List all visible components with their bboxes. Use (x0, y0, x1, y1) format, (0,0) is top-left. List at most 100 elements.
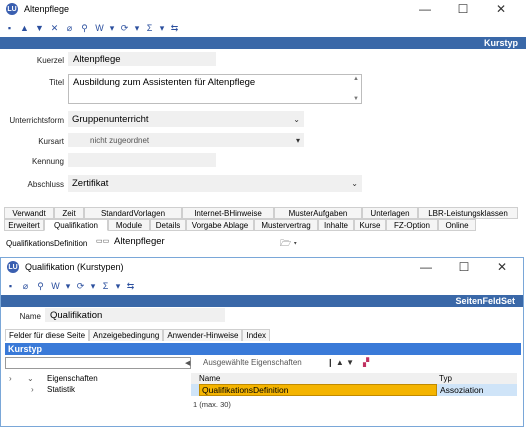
scroll-down-icon[interactable]: ▼ (353, 96, 359, 102)
save-icon[interactable]: ▪ (4, 23, 15, 34)
selected-properties-label: Ausgewählte Eigenschaften (203, 358, 302, 367)
sigma-dropdown-icon[interactable]: ▾ (159, 23, 165, 34)
main-title-bar: LU Altenpflege — ☐ ✕ (0, 0, 526, 18)
tree-expand-icon[interactable]: › (31, 385, 34, 394)
unterrichtsform-value: Gruppenunterricht (72, 113, 149, 125)
tab-verwandt[interactable]: Verwandt (4, 207, 54, 219)
tree-item-eigenschaften[interactable]: Eigenschaften (47, 374, 98, 383)
refresh-icon[interactable]: ⟳ (75, 281, 86, 292)
dropdown-arrow-icon: ▾ (295, 135, 300, 145)
child-close-button[interactable]: ✕ (483, 260, 521, 274)
titel-field[interactable]: Ausbildung zum Assistenten für Altenpfle… (68, 74, 362, 104)
tab-mustervertrag[interactable]: Mustervertrag (254, 219, 318, 231)
tree-item-statistik[interactable]: Statistik (47, 385, 75, 394)
chevron-down-icon: ⌄ (293, 114, 300, 124)
kurstyp-header: Kurstyp (5, 343, 521, 355)
tabs-row-1: Verwandt Zeit StandardVorlagen Internet-… (4, 207, 518, 219)
word-dropdown-icon[interactable]: ▾ (65, 281, 71, 292)
word-icon[interactable]: W (94, 23, 105, 34)
main-window-title: Altenpflege (24, 4, 70, 14)
kennung-field[interactable] (68, 153, 216, 167)
link-icon[interactable]: ⚲ (79, 23, 90, 34)
name-label: Name (19, 312, 41, 321)
subtab-anzeigebedingung[interactable]: Anzeigebedingung (89, 329, 164, 341)
qualifikationsdefinition-value[interactable]: Altenpfleger (114, 236, 165, 247)
abschluss-select[interactable]: Zertifikat ⌄ (68, 175, 362, 192)
word-icon[interactable]: W (50, 281, 61, 292)
tree-search-input[interactable] (5, 357, 191, 369)
minimize-button[interactable]: — (406, 2, 444, 16)
tab-qualifikation[interactable]: Qualifikation (44, 219, 108, 231)
titel-text: Ausbildung zum Assistenten für Altenpfle… (73, 77, 256, 88)
unterrichtsform-label: Unterrichtsform (9, 116, 64, 125)
kuerzel-label: Kuerzel (36, 56, 64, 65)
tab-fz-option[interactable]: FZ-Option (386, 219, 438, 231)
table-row-typ[interactable]: Assoziation (437, 384, 517, 396)
name-field[interactable]: Qualifikation (45, 308, 225, 322)
qualifikationsdefinition-label: QualifikationsDefinition (6, 239, 88, 248)
unterrichtsform-select[interactable]: Gruppenunterricht ⌄ (68, 111, 304, 127)
tab-kurse[interactable]: Kurse (354, 219, 386, 231)
kennung-label: Kennung (31, 157, 64, 166)
refresh-dropdown-icon[interactable]: ▾ (90, 281, 96, 292)
row-selector[interactable] (191, 384, 199, 396)
tab-lbr-leistungsklassen[interactable]: LBR-Leistungsklassen (418, 207, 518, 219)
grid-header: Name Typ (191, 373, 517, 384)
save-icon[interactable]: ▪ (5, 281, 16, 292)
child-maximize-button[interactable]: ☐ (445, 260, 483, 274)
folder-open-icon[interactable]: 🗁 ▾ (280, 236, 297, 252)
sigma-icon[interactable]: Σ (100, 281, 111, 292)
subtab-index[interactable]: Index (242, 329, 271, 341)
tab-details[interactable]: Details (150, 219, 186, 231)
tab-erweitert[interactable]: Erweitert (4, 219, 44, 231)
child-minimize-button[interactable]: — (407, 260, 445, 274)
column-header-typ[interactable]: Typ (439, 374, 452, 383)
refresh-icon[interactable]: ⟳ (119, 23, 130, 34)
color-picker-icon[interactable]: ▞ (363, 358, 369, 367)
tab-internet-bhinweise[interactable]: Internet-BHinweise (182, 207, 274, 219)
tabs-row-2: Erweitert Qualifikation Module Details V… (4, 219, 518, 231)
arrow-down-icon[interactable]: ▼ (34, 23, 45, 34)
swap-icon[interactable]: ⇆ (169, 23, 180, 34)
tab-module[interactable]: Module (108, 219, 150, 231)
subtab-anwender-hinweise[interactable]: Anwender-Hinweise (163, 329, 243, 341)
close-button[interactable]: ✕ (482, 2, 520, 16)
tab-vorgabe-ablage[interactable]: Vorgabe Ablage (186, 219, 254, 231)
refresh-dropdown-icon[interactable]: ▾ (134, 23, 140, 34)
tab-inhalte[interactable]: Inhalte (318, 219, 354, 231)
tab-zeit[interactable]: Zeit (54, 207, 84, 219)
subtab-felder[interactable]: Felder für diese Seite (5, 329, 90, 341)
attach-icon[interactable]: ⌀ (64, 23, 75, 34)
app-icon: LU (6, 3, 18, 15)
chevron-down-icon: ⌄ (351, 179, 358, 188)
abschluss-label: Abschluss (27, 180, 64, 189)
kuerzel-field[interactable]: Altenpflege (68, 52, 216, 66)
tab-online[interactable]: Online (438, 219, 476, 231)
attach-icon[interactable]: ⌀ (20, 281, 31, 292)
sigma-icon[interactable]: Σ (144, 23, 155, 34)
tree-expand-icon[interactable]: › (9, 374, 12, 383)
tab-musteraufgaben[interactable]: MusterAufgaben (274, 207, 362, 219)
main-toolbar: ▪ ▲ ▼ ✕ ⌀ ⚲ W ▾ ⟳ ▾ Σ ▾ ⇆ (0, 20, 526, 36)
maximize-button[interactable]: ☐ (444, 2, 482, 16)
delete-icon[interactable]: ✕ (49, 23, 60, 34)
kursart-select[interactable]: nicht zugeordnet ▾ (68, 133, 304, 147)
kursart-label: Kursart (38, 137, 64, 146)
sigma-dropdown-icon[interactable]: ▾ (115, 281, 121, 292)
table-row-name[interactable]: QualifikationsDefinition (199, 384, 437, 396)
child-toolbar: ▪ ⌀ ⚲ W ▾ ⟳ ▾ Σ ▾ ⇆ (1, 278, 523, 294)
tree-collapse-icon[interactable]: ⌄ (27, 374, 34, 383)
child-section-bar: SeitenFeldSet (1, 295, 523, 307)
child-app-icon: LU (7, 261, 19, 273)
swap-icon[interactable]: ⇆ (125, 281, 136, 292)
arrow-up-icon[interactable]: ▲ (19, 23, 30, 34)
column-header-name[interactable]: Name (199, 374, 220, 383)
toolbar-arrows-icon[interactable]: ❙ ▲ ▼ (327, 358, 354, 367)
word-dropdown-icon[interactable]: ▾ (109, 23, 115, 34)
tab-standardvorlagen[interactable]: StandardVorlagen (84, 207, 182, 219)
relation-icon: ▭▭ (96, 238, 110, 245)
link-icon[interactable]: ⚲ (35, 281, 46, 292)
scroll-up-icon[interactable]: ▲ (353, 76, 359, 82)
move-left-icon[interactable]: ◀ (185, 359, 190, 367)
tab-unterlagen[interactable]: Unterlagen (362, 207, 418, 219)
